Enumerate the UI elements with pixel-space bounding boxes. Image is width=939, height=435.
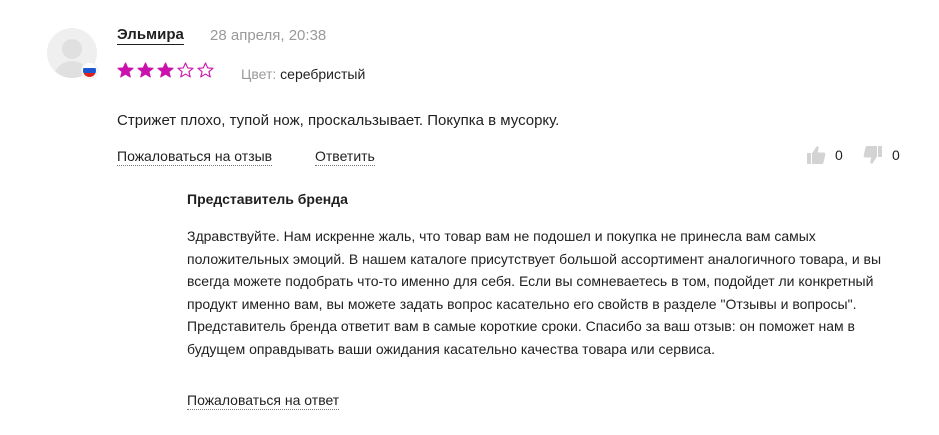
product-color: Цвет: серебристый <box>241 65 365 83</box>
complain-answer-link[interactable]: Пожаловаться на ответ <box>187 391 340 410</box>
star-filled-icon <box>117 62 134 78</box>
rating-stars <box>117 62 214 79</box>
color-value: серебристый <box>280 66 366 82</box>
review-author[interactable]: Эльмира <box>117 26 184 45</box>
dislike-count: 0 <box>892 147 900 163</box>
brand-answer-text: Здравствуйте. Нам искренне жаль, что тов… <box>187 228 882 357</box>
star-empty-icon <box>197 62 214 78</box>
thumbs-up-icon <box>807 146 826 164</box>
like-count: 0 <box>835 147 843 163</box>
reply-link[interactable]: Ответить <box>315 147 375 166</box>
review-date: 28 апреля, 20:38 <box>210 27 327 44</box>
dislike-button[interactable]: 0 <box>863 145 900 165</box>
like-button[interactable]: 0 <box>806 145 843 165</box>
review-text: Стрижет плохо, тупой нож, проскальзывает… <box>117 112 560 129</box>
russia-flag-icon <box>82 63 97 78</box>
complain-review-link[interactable]: Пожаловаться на отзыв <box>117 147 273 166</box>
star-filled-icon <box>137 62 154 78</box>
thumbs-down-icon <box>863 146 882 164</box>
brand-answer-title: Представитель бренда <box>187 191 348 207</box>
color-label: Цвет: <box>241 66 277 82</box>
brand-answer: Представитель бренда Здравствуйте. Нам и… <box>187 189 907 360</box>
star-filled-icon <box>157 62 174 78</box>
avatar-head <box>62 39 82 59</box>
star-empty-icon <box>177 62 194 78</box>
